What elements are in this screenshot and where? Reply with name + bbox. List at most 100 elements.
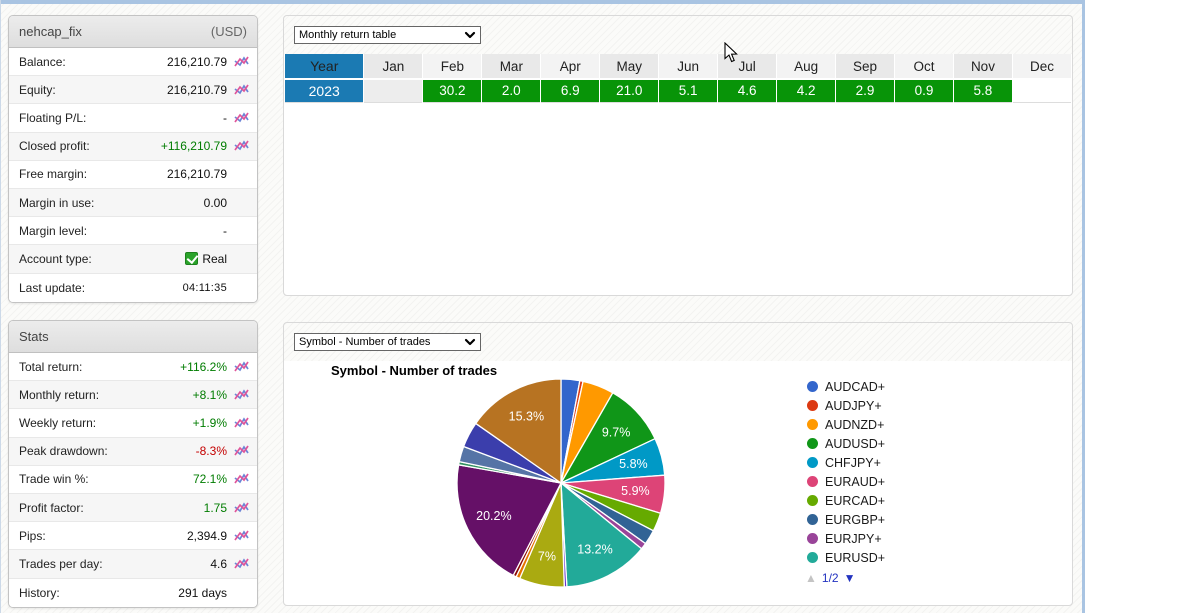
stats-rows: Total return: +116.2% Monthly return: +8.1%… [9,353,257,607]
legend-item-EURJPY+[interactable]: EURJPY+ [807,529,885,548]
pie-slice-label: 13.2% [577,543,612,557]
stat-label: Trade win %: [19,472,89,487]
chevron-down-icon [464,338,476,346]
stat-label: History: [19,585,60,600]
table-return-cell [363,79,424,102]
mouse-cursor-icon [724,42,738,63]
chart-line-icon[interactable] [234,360,249,373]
account-rows: Balance: 216,210.79 Equity: 216,210.79 Float… [9,48,257,302]
stats-row: Total return: +116.2% [9,353,257,382]
legend-label: AUDUSD+ [825,436,886,451]
stat-value: - [223,223,227,238]
chart-line-icon[interactable] [234,55,249,68]
legend-item-EURCAD+[interactable]: EURCAD+ [807,491,885,510]
stats-row: Pips: 2,394.9 [9,522,257,551]
stat-value: 72.1% [192,472,227,487]
pie-slice-label: 7% [538,550,556,564]
stat-value: 1.75 [203,500,227,515]
stat-label: Profit factor: [19,500,84,515]
stats-row: Monthly return: +8.1% [9,381,257,410]
chart-line-icon[interactable] [234,530,249,542]
chart-line-icon[interactable] [234,389,249,401]
stat-value: - [223,110,227,125]
account-row: Free margin: 216,210.79 [9,160,257,189]
legend-item-CHFJPY+[interactable]: CHFJPY+ [807,453,885,472]
stat-label: Equity: [19,82,56,97]
legend-item-AUDUSD+[interactable]: AUDUSD+ [807,434,885,453]
table-return-cell: 2.9 [835,79,896,102]
table-header-month: Jan [363,54,424,80]
monthly-view-dropdown[interactable]: Monthly return table [294,26,481,44]
legend-color-dot [807,400,818,411]
chart-line-icon[interactable] [234,140,249,152]
symbol-trades-panel: Symbol - Number of trades Symbol - Numbe… [283,322,1073,606]
symbol-view-dropdown[interactable]: Symbol - Number of trades [294,333,481,351]
table-header-month: May [599,54,660,80]
stat-value: 291 days [178,585,227,600]
legend-item-AUDNZD+[interactable]: AUDNZD+ [807,415,885,434]
monthly-return-table: Year Jan Feb Mar Apr May Jun Jul Aug Sep Oct Nov Dec… [285,54,1073,103]
table-header-month: Sep [835,54,896,80]
stats-row: Weekly return: +1.9% [9,409,257,438]
stat-label: Margin in use: [19,195,95,210]
page: nehcap_fix (USD) Balance: 216,210.79 Equit… [0,0,1185,613]
table-return-cell: 21.0 [599,79,660,102]
stat-value: 2,394.9 [186,528,227,543]
account-row: Equity: 216,210.79 [9,76,257,105]
table-return-cell [1012,79,1073,102]
symbol-panel-body [284,361,1072,605]
table-header-month: Feb [422,54,483,80]
account-row: Margin level: - [9,217,257,246]
stat-label: Margin level: [19,223,88,238]
legend-item-EURUSD+[interactable]: EURUSD+ [807,548,885,567]
chart-line-icon[interactable] [234,473,249,485]
legend-item-AUDJPY+[interactable]: AUDJPY+ [807,396,885,415]
stat-value: 216,210.79 [166,167,227,182]
table-return-cell: 6.9 [540,79,601,102]
account-row: Last update: 04:11:35 [9,273,257,302]
stat-label: Floating P/L: [19,110,87,125]
legend-item-EURAUD+[interactable]: EURAUD+ [807,472,885,491]
legend-page-up-icon[interactable]: ▲ [805,571,817,585]
chart-line-icon[interactable] [234,417,249,429]
chart-line-icon[interactable] [234,112,249,124]
legend-label: EURUSD+ [825,550,886,565]
pie-chart: 9.7% 5.8% 5.9% 13.2% 7% 20.2% 15.3% [456,378,666,588]
account-name: nehcap_fix [19,24,82,39]
stat-value: +116.2% [180,359,227,374]
symbol-view-dropdown-value: Symbol - Number of trades [299,336,431,348]
table-return-cell: 2.0 [481,79,542,102]
stat-label: Free margin: [19,167,88,182]
legend-color-dot [807,438,818,449]
chart-line-icon[interactable] [234,84,249,96]
legend-color-dot [807,419,818,430]
account-row: Margin in use: 0.00 [9,188,257,218]
legend-page-down-icon[interactable]: ▼ [844,571,856,585]
legend-item-EURGBP+[interactable]: EURGBP+ [807,510,885,529]
table-header-month: Oct [894,54,954,80]
stats-panel: Stats Total return: +116.2% Monthly return… [8,320,258,608]
legend-item-AUDCAD+[interactable]: AUDCAD+ [807,377,885,396]
stats-title: Stats [19,329,49,344]
legend-label: AUDNZD+ [825,417,885,432]
chart-line-icon[interactable] [234,445,249,457]
stat-value: +1.9% [192,415,227,430]
stat-label: Balance: [19,54,66,69]
legend-label: EURJPY+ [825,531,882,546]
legend-color-dot [807,381,818,392]
legend-label: AUDCAD+ [825,379,886,394]
account-row: Account type: Real [9,245,257,274]
content-area: nehcap_fix (USD) Balance: 216,210.79 Equit… [0,0,1085,613]
chart-line-icon[interactable] [234,558,249,570]
table-year-cell: 2023 [285,79,365,102]
top-border-line [0,0,1085,4]
stats-row: Peak drawdown: -8.3% [9,437,257,466]
stat-value: +116,210.79 [160,139,227,154]
right-border-line [1082,0,1085,613]
chart-line-icon[interactable] [234,501,249,514]
stat-value: 4.6 [210,556,227,571]
legend-color-dot [807,457,818,468]
pie-legend: AUDCAD+ AUDJPY+ AUDNZD+ AUDUSD+ CHFJPY+ EURAU… [807,377,885,567]
stats-panel-header: Stats [9,321,257,353]
legend-color-dot [807,476,818,487]
